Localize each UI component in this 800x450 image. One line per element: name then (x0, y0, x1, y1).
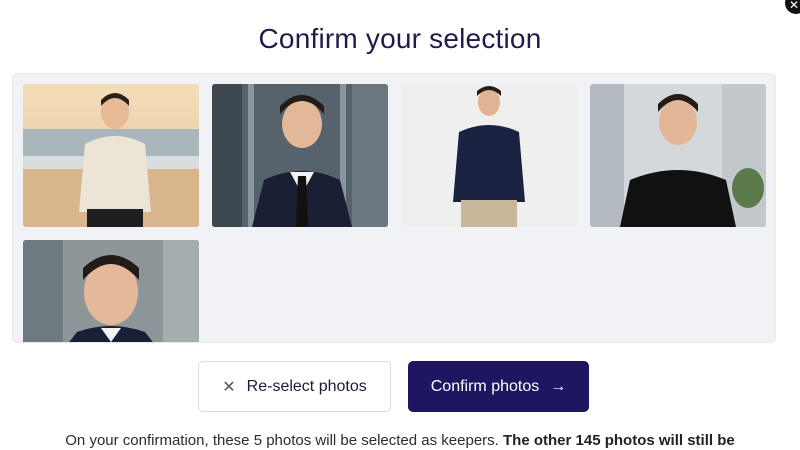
close-dialog-button[interactable]: ✕ (785, 0, 800, 14)
photo-navy-sweater-image (401, 84, 577, 227)
confirm-photos-label: Confirm photos (430, 377, 540, 395)
dialog-title: Confirm your selection (258, 23, 542, 54)
photo-black-tshirt-image (590, 84, 766, 227)
selected-photos-gallery[interactable] (12, 73, 776, 343)
confirmation-note-bold: The other 145 photos will still be (503, 432, 735, 449)
confirm-photos-button[interactable]: Confirm photos → (408, 361, 589, 412)
arrow-right-icon: → (550, 377, 567, 395)
close-icon: ✕ (788, 0, 800, 12)
photo-suit-office[interactable] (212, 84, 388, 227)
confirmation-note-regular: On your confirmation, these 5 photos wil… (65, 432, 499, 449)
photo-beach[interactable] (23, 84, 199, 227)
x-icon: ✕ (222, 378, 236, 396)
reselect-photos-button[interactable]: ✕ Re-select photos (198, 361, 391, 412)
reselect-photos-label: Re-select photos (246, 377, 367, 395)
photo-suit-office-image (212, 84, 388, 227)
photo-navy-sweater[interactable] (401, 84, 577, 227)
photo-black-tshirt[interactable] (590, 84, 766, 227)
photo-suit-closeup-image (23, 240, 199, 342)
photo-suit-closeup[interactable] (23, 240, 199, 342)
confirmation-note: On your confirmation, these 5 photos wil… (0, 432, 800, 449)
photo-beach-image (23, 84, 199, 227)
